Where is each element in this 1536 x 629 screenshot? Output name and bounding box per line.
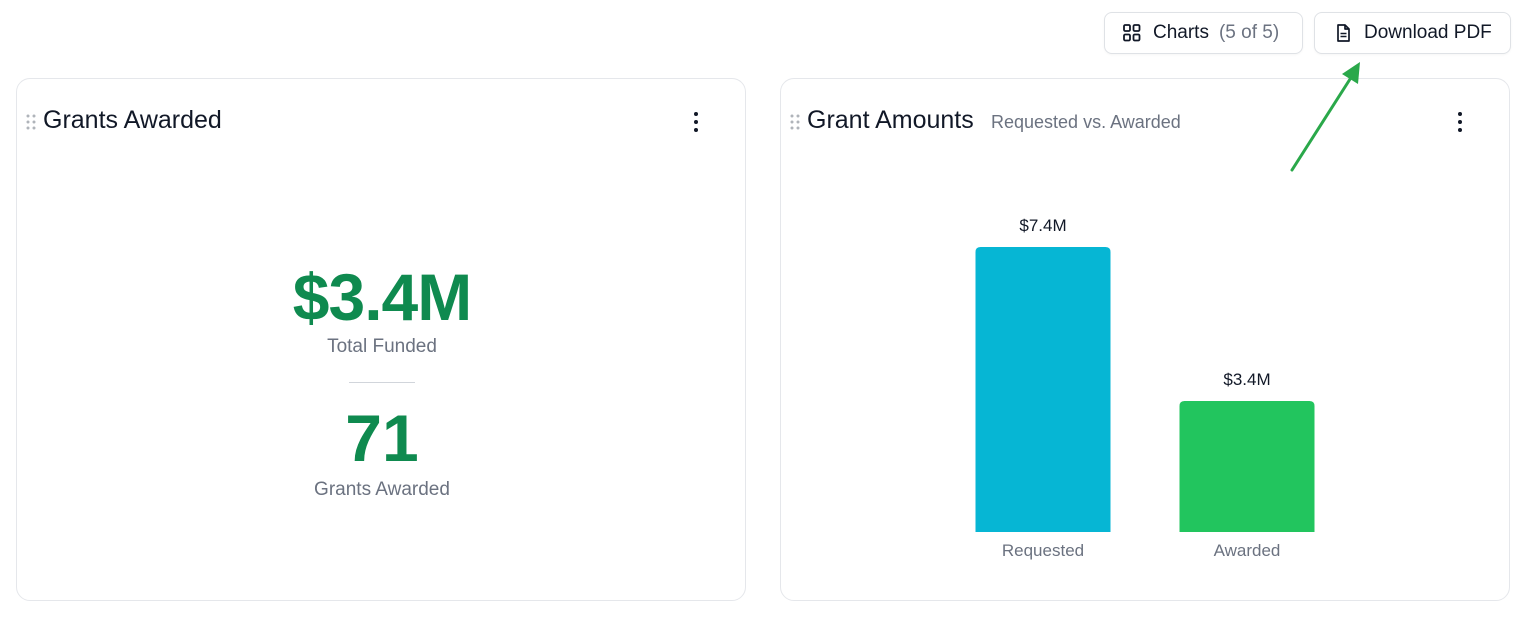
bar-category-label: Requested xyxy=(1002,541,1084,560)
total-funded-value: $3.4M xyxy=(292,260,472,334)
document-icon xyxy=(1333,23,1353,43)
bar-awarded[interactable] xyxy=(1179,401,1315,532)
total-funded-label: Total Funded xyxy=(327,336,437,357)
grants-count-value: 71 xyxy=(345,401,419,475)
annotation-arrow-icon xyxy=(1290,62,1360,172)
more-options-icon[interactable] xyxy=(687,109,705,135)
grant-amounts-bar-chart: $7.4M Requested $3.4M Awarded xyxy=(975,216,1315,560)
kpi-divider xyxy=(349,382,415,383)
download-pdf-button[interactable]: Download PDF xyxy=(1314,12,1511,54)
charts-button[interactable]: Charts (5 of 5) xyxy=(1104,12,1303,54)
bar-requested[interactable] xyxy=(975,247,1111,532)
download-pdf-label: Download PDF xyxy=(1364,22,1492,43)
grants-awarded-card: Grants Awarded $3.4M Total Funded 71 Gra… xyxy=(16,78,746,601)
charts-count: (5 of 5) xyxy=(1218,22,1280,43)
card-title: Grants Awarded xyxy=(43,106,222,134)
grid-icon xyxy=(1122,23,1142,43)
bar-value-label: $3.4M xyxy=(1223,370,1270,389)
dashboard-page: Charts (5 of 5) Download PDF Grants Awar… xyxy=(0,0,1536,629)
charts-button-label: Charts xyxy=(1153,22,1209,43)
drag-handle-icon[interactable] xyxy=(26,114,36,130)
grant-amounts-card: Grant Amounts Requested vs. Awarded $7.4… xyxy=(780,78,1510,601)
grants-count-label: Grants Awarded xyxy=(314,479,450,500)
bar-value-label: $7.4M xyxy=(1019,216,1066,235)
bar-category-label: Awarded xyxy=(1214,541,1281,560)
